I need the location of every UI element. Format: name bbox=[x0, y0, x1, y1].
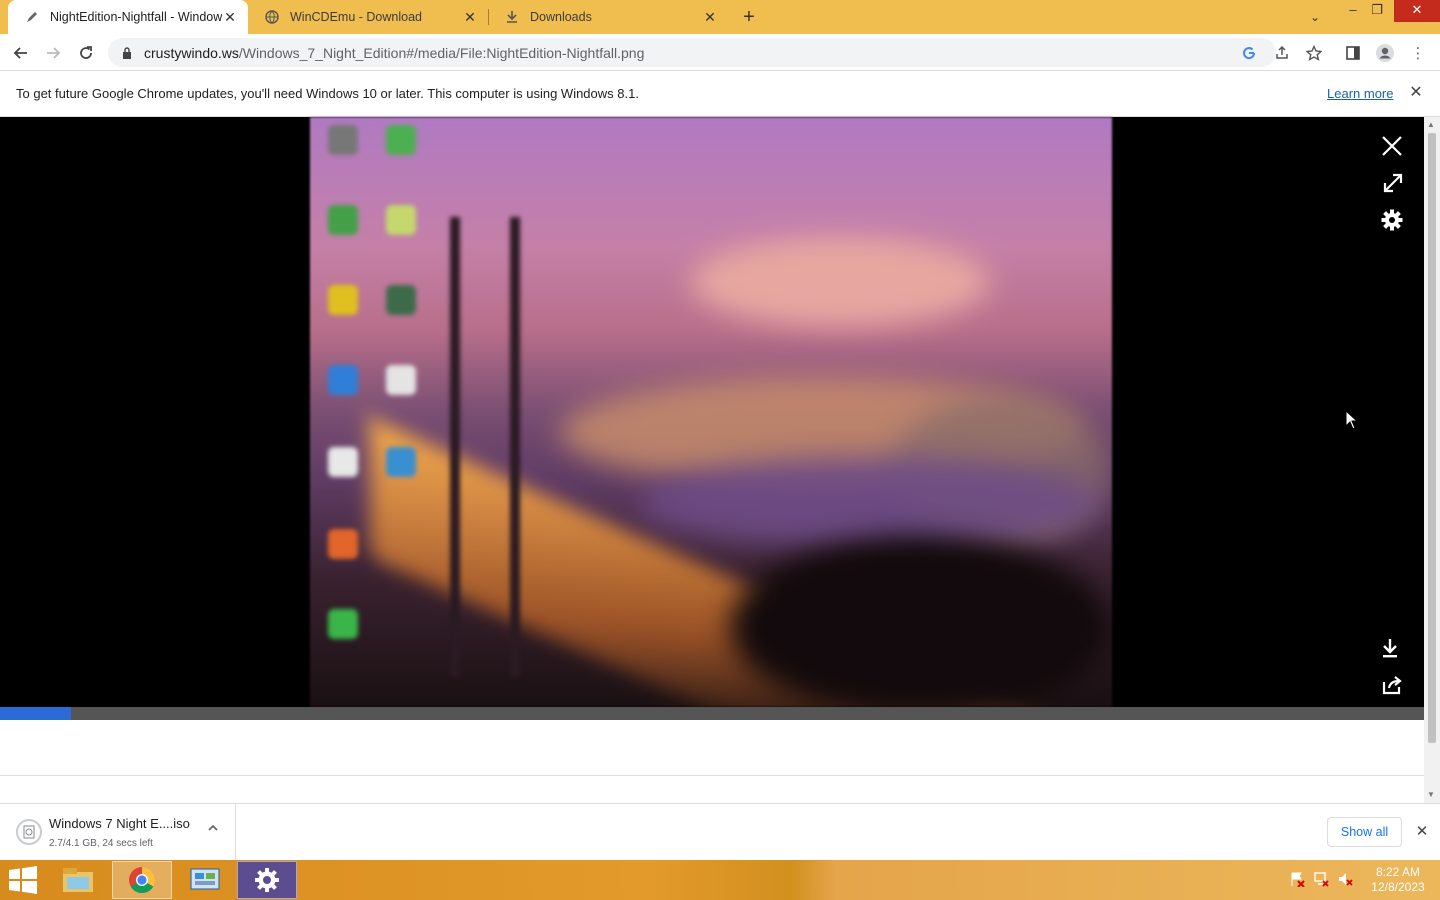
tab-title: Downloads bbox=[530, 10, 592, 24]
download-icon[interactable] bbox=[1377, 635, 1403, 661]
shelf-close-icon[interactable]: ✕ bbox=[1413, 823, 1431, 841]
download-filename: Windows 7 Night E....iso bbox=[49, 816, 190, 831]
tab-search-chevron-icon[interactable]: ⌄ bbox=[1304, 6, 1326, 28]
browser-toolbar: crustywindo.ws/Windows_7_Night_Edition#/… bbox=[0, 34, 1440, 71]
desktop-icon bbox=[328, 205, 358, 235]
tab-wincdemu[interactable]: WinCDEmu - Download ✕ bbox=[248, 0, 488, 34]
chrome-menu-icon[interactable]: ⋮ bbox=[1407, 42, 1429, 64]
tab-close-icon[interactable]: ✕ bbox=[222, 9, 238, 25]
scroll-down-arrow-icon[interactable]: ▼ bbox=[1427, 790, 1435, 799]
windows-start-icon[interactable] bbox=[8, 866, 38, 894]
page-content bbox=[0, 117, 1424, 803]
wallpaper-image bbox=[310, 117, 1112, 707]
learn-more-link[interactable]: Learn more bbox=[1327, 86, 1393, 101]
chrome-icon[interactable] bbox=[112, 861, 172, 899]
network-icon[interactable] bbox=[1312, 870, 1330, 888]
infobar-message: To get future Google Chrome updates, you… bbox=[16, 86, 639, 101]
download-status: 2.7/4.1 GB, 24 secs left bbox=[49, 838, 153, 849]
desktop-icon bbox=[328, 285, 358, 315]
share-icon[interactable] bbox=[1379, 672, 1405, 698]
media-viewer bbox=[0, 117, 1424, 720]
download-icon bbox=[504, 9, 520, 25]
disc-file-icon bbox=[16, 819, 42, 845]
address-bar[interactable]: crustywindo.ws/Windows_7_Night_Edition#/… bbox=[108, 38, 1276, 67]
clock-date: 12/8/2023 bbox=[1371, 880, 1425, 894]
download-shelf: Windows 7 Night E....iso 2.7/4.1 GB, 24 … bbox=[0, 803, 1440, 860]
desktop-icon bbox=[328, 529, 358, 559]
foreground-trees bbox=[730, 537, 1110, 707]
tab-title: NightEdition-Nightfall - Window bbox=[50, 10, 222, 24]
tab-nightedition[interactable]: NightEdition-Nightfall - Window ✕ bbox=[8, 0, 248, 34]
clock-time: 8:22 AM bbox=[1375, 865, 1421, 879]
restore-button[interactable]: ❐ bbox=[1360, 0, 1394, 22]
tab-title: WinCDEmu - Download bbox=[290, 10, 422, 24]
desktop-icon bbox=[328, 365, 358, 395]
sky-glow bbox=[690, 237, 990, 327]
profile-avatar-icon[interactable] bbox=[1374, 42, 1396, 64]
taskbar-clock[interactable]: 8:22 AM 12/8/2023 bbox=[1366, 865, 1430, 895]
control-panel-icon[interactable] bbox=[175, 861, 235, 899]
pen-favicon-icon bbox=[24, 9, 40, 25]
desktop-icon bbox=[386, 285, 416, 315]
window-close-button[interactable]: ✕ bbox=[1394, 0, 1440, 22]
url-text: crustywindo.ws/Windows_7_Night_Edition#/… bbox=[144, 45, 644, 61]
side-panel-icon[interactable] bbox=[1342, 42, 1364, 64]
tab-close-icon[interactable]: ✕ bbox=[462, 9, 478, 25]
lock-icon[interactable] bbox=[120, 46, 134, 60]
back-arrow-icon[interactable] bbox=[8, 40, 34, 66]
scroll-up-arrow-icon[interactable]: ▲ bbox=[1427, 120, 1435, 129]
desktop-icon bbox=[328, 447, 358, 477]
bay-water bbox=[640, 457, 1100, 547]
tab-close-icon[interactable]: ✕ bbox=[702, 9, 718, 25]
desktop-icon bbox=[328, 609, 358, 639]
tab-downloads[interactable]: Downloads ✕ bbox=[488, 0, 728, 34]
infobar-close-icon[interactable]: ✕ bbox=[1407, 84, 1425, 102]
windows-taskbar: 8:22 AM 12/8/2023 bbox=[0, 860, 1440, 900]
update-infobar: To get future Google Chrome updates, you… bbox=[0, 71, 1440, 117]
show-all-button[interactable]: Show all bbox=[1327, 817, 1402, 847]
share-icon[interactable] bbox=[1271, 42, 1293, 64]
bookmark-star-icon[interactable] bbox=[1303, 42, 1325, 64]
google-lens-icon[interactable] bbox=[1238, 42, 1260, 64]
image-load-progress-fill bbox=[0, 707, 71, 720]
desktop-icon bbox=[328, 125, 358, 155]
gear-icon[interactable] bbox=[1379, 207, 1405, 233]
system-tray bbox=[1288, 870, 1354, 888]
reload-icon[interactable] bbox=[73, 40, 99, 66]
desktop-icon bbox=[386, 125, 416, 155]
content-divider bbox=[0, 775, 1424, 776]
image-load-progress bbox=[0, 707, 1424, 720]
bridge-tower bbox=[450, 217, 520, 677]
new-tab-button[interactable]: + bbox=[738, 6, 760, 28]
globe-icon bbox=[264, 9, 280, 25]
file-explorer-icon[interactable] bbox=[48, 861, 108, 899]
page-scrollbar[interactable]: ▲ ▼ bbox=[1424, 117, 1440, 803]
close-icon[interactable] bbox=[1379, 133, 1405, 159]
chevron-up-icon[interactable] bbox=[205, 822, 221, 838]
desktop-icon bbox=[386, 365, 416, 395]
url-host: crustywindo.ws bbox=[144, 44, 239, 61]
settings-gear-icon[interactable] bbox=[237, 861, 297, 899]
desktop-icon bbox=[386, 205, 416, 235]
scrollbar-thumb[interactable] bbox=[1428, 133, 1436, 743]
action-center-flag-icon[interactable] bbox=[1288, 870, 1306, 888]
download-item[interactable]: Windows 7 Night E....iso 2.7/4.1 GB, 24 … bbox=[0, 804, 236, 860]
desktop-icon bbox=[386, 447, 416, 477]
forward-arrow-icon[interactable] bbox=[40, 40, 66, 66]
mouse-cursor-icon bbox=[1345, 410, 1359, 430]
tab-strip: NightEdition-Nightfall - Window ✕ WinCDE… bbox=[0, 0, 1440, 34]
volume-muted-icon[interactable] bbox=[1336, 870, 1354, 888]
expand-icon[interactable] bbox=[1380, 170, 1406, 196]
url-path: /Windows_7_Night_Edition#/media/File:Nig… bbox=[238, 44, 645, 61]
